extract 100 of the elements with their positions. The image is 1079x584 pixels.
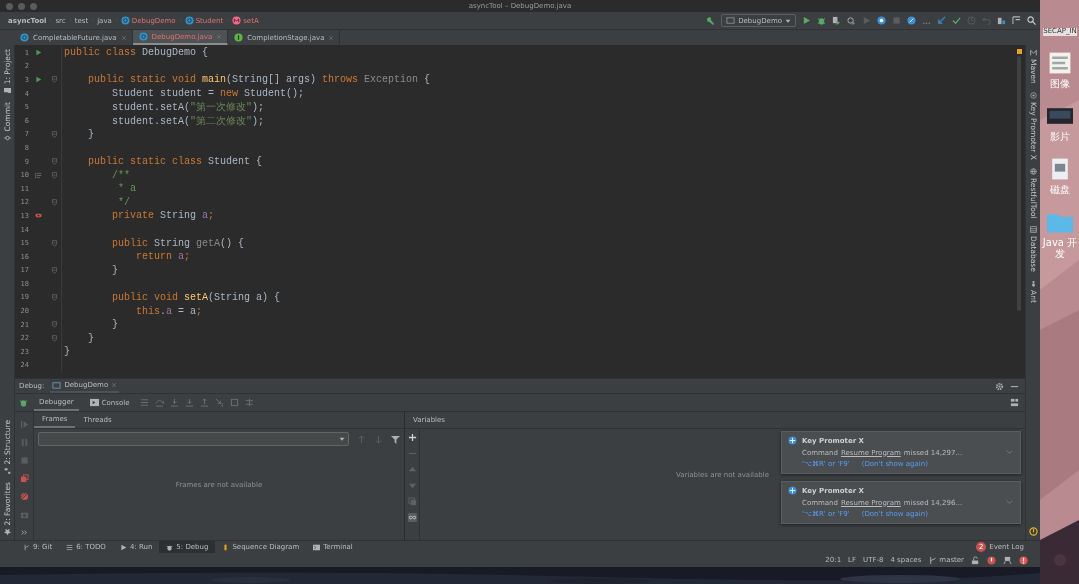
close-icon[interactable] xyxy=(216,33,223,40)
fold-icon[interactable] xyxy=(50,334,58,342)
code-line: public static class Student { xyxy=(87,156,263,168)
expand-icon[interactable] xyxy=(1005,498,1014,507)
code-line: } xyxy=(111,264,118,276)
down-icon[interactable] xyxy=(407,481,417,490)
code-line: return a; xyxy=(135,251,191,263)
fold-icon[interactable] xyxy=(50,76,58,84)
caret-icon xyxy=(785,17,791,24)
key-icon xyxy=(1029,91,1037,99)
run-icon[interactable] xyxy=(34,49,42,57)
ant-icon xyxy=(1029,280,1037,287)
fold-icon[interactable] xyxy=(50,158,58,166)
step-out-icon[interactable] xyxy=(200,398,210,407)
minimize-window-button[interactable] xyxy=(18,2,25,10)
globe-icon xyxy=(1029,167,1037,175)
caret-icon xyxy=(339,436,345,442)
class-icon xyxy=(184,16,194,25)
add-icon[interactable] xyxy=(407,433,417,442)
sequence-icon xyxy=(222,543,230,551)
fold-icon[interactable] xyxy=(50,266,58,274)
stop-icon[interactable] xyxy=(19,456,29,465)
fold-icon[interactable] xyxy=(50,198,58,206)
code-line: */ xyxy=(117,196,130,208)
breakpoints-icon[interactable] xyxy=(19,474,29,483)
code-line: * a xyxy=(117,183,136,195)
thread-dropdown[interactable] xyxy=(38,432,349,446)
alert-icon[interactable] xyxy=(1019,555,1028,565)
up-arrow-icon[interactable] xyxy=(357,434,366,444)
update-arrow-icon[interactable] xyxy=(937,16,946,25)
layout-icon[interactable] xyxy=(1012,16,1021,25)
code-line: public static void main(String[] args) throws Exception { xyxy=(87,74,431,86)
close-icon[interactable] xyxy=(111,382,118,388)
table-icon[interactable] xyxy=(245,398,255,407)
code-line: /** xyxy=(111,169,130,181)
profiler-icon[interactable] xyxy=(847,16,856,25)
step-into-icon[interactable] xyxy=(170,398,180,407)
infinity-icon[interactable] xyxy=(407,513,417,522)
layout-icon[interactable] xyxy=(1010,398,1019,407)
history-icon[interactable] xyxy=(967,16,976,25)
zoom-window-button[interactable] xyxy=(30,2,37,10)
code-line: private String a; xyxy=(111,210,215,222)
code-line: } xyxy=(87,128,94,140)
resume-icon[interactable] xyxy=(19,420,29,429)
list-icon[interactable] xyxy=(140,398,150,407)
stop-icon[interactable] xyxy=(892,16,901,25)
run-icon[interactable] xyxy=(802,16,811,25)
fold-icon[interactable] xyxy=(50,239,58,247)
fold-icon[interactable] xyxy=(50,321,58,329)
settings-icon[interactable] xyxy=(995,381,1004,391)
step-into-icon[interactable] xyxy=(185,398,195,407)
more-icon[interactable] xyxy=(19,528,29,537)
run-icon[interactable] xyxy=(34,76,42,84)
method-icon xyxy=(232,16,242,25)
copy-icon[interactable] xyxy=(407,497,417,506)
code-line: public String getA() { xyxy=(111,237,245,249)
interface-icon xyxy=(234,33,244,42)
pause-icon[interactable] xyxy=(19,438,29,447)
bug-icon[interactable] xyxy=(817,16,826,25)
lock-icon[interactable] xyxy=(971,555,980,565)
camera-icon[interactable] xyxy=(19,510,29,519)
console-icon xyxy=(89,398,99,407)
fold-icon[interactable] xyxy=(50,294,58,301)
close-icon[interactable] xyxy=(120,34,127,41)
step-over-icon[interactable] xyxy=(155,398,165,407)
window-icon xyxy=(726,16,736,25)
code-line: } xyxy=(87,332,94,344)
run-to-cursor-icon[interactable] xyxy=(215,398,225,407)
doc-toggle-icon[interactable] xyxy=(34,171,42,179)
todo-icon xyxy=(66,543,74,551)
coverage-icon[interactable] xyxy=(832,16,841,25)
frame-icon[interactable] xyxy=(230,398,240,407)
expand-icon[interactable] xyxy=(1005,448,1014,457)
window-icon xyxy=(52,380,62,390)
fold-icon[interactable] xyxy=(50,171,58,179)
hammer-icon[interactable] xyxy=(706,16,716,25)
close-window-button[interactable] xyxy=(6,2,13,10)
undo-icon[interactable] xyxy=(982,16,991,25)
code-line: this.a = a; xyxy=(135,305,203,317)
breakpoint-icon[interactable] xyxy=(34,212,42,220)
terminal-icon xyxy=(313,543,321,551)
structure-icon xyxy=(3,467,11,475)
git-icon xyxy=(23,543,30,551)
plugin-icon xyxy=(788,436,797,445)
down-arrow-icon[interactable] xyxy=(374,434,383,444)
close-icon[interactable] xyxy=(328,34,335,41)
warning-marker[interactable] xyxy=(1016,49,1022,54)
project-structure-icon[interactable] xyxy=(997,16,1006,25)
error-icon[interactable] xyxy=(987,555,996,565)
filter-icon[interactable] xyxy=(391,434,400,444)
mute-breakpoints-icon[interactable] xyxy=(19,492,29,501)
code-line: } xyxy=(63,346,70,358)
bug-icon[interactable] xyxy=(19,398,28,407)
fold-icon[interactable] xyxy=(50,130,58,138)
code-line: public void setA(String a) { xyxy=(111,292,281,303)
checkmark-icon[interactable] xyxy=(952,16,961,25)
plugin-icon xyxy=(788,486,797,495)
up-icon[interactable] xyxy=(407,465,417,474)
search-icon[interactable] xyxy=(1027,16,1036,25)
plugin-icon[interactable] xyxy=(877,16,886,25)
